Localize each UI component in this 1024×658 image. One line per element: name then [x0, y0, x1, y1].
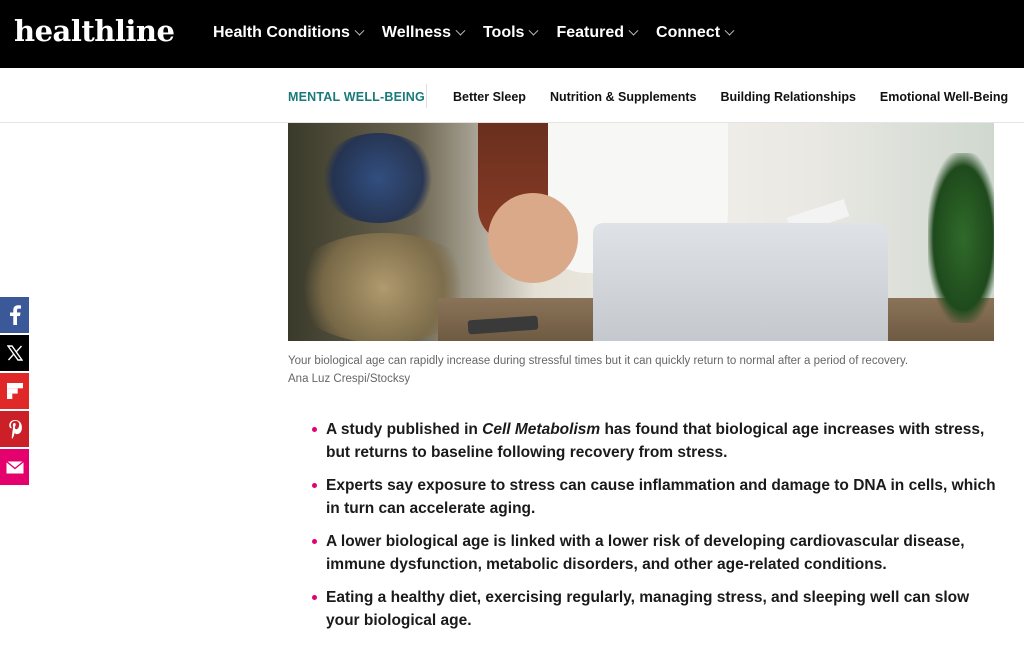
list-item: Eating a healthy diet, exercising regula…: [312, 586, 1002, 632]
share-x-button[interactable]: [0, 335, 29, 371]
chevron-down-icon: [455, 25, 466, 36]
laptop: [593, 223, 888, 341]
share-pinterest-button[interactable]: [0, 411, 29, 447]
list-item: Experts say exposure to stress can cause…: [312, 474, 1002, 520]
chevron-down-icon: [628, 25, 639, 36]
subnav-category[interactable]: MENTAL WELL-BEING: [288, 90, 425, 104]
nav-health-conditions[interactable]: Health Conditions: [213, 24, 365, 42]
chevron-down-icon: [724, 25, 735, 36]
share-flipboard-button[interactable]: [0, 373, 29, 409]
bullet-text: A lower biological age is linked with a …: [326, 533, 965, 573]
bullet-text-part: A study published in: [326, 421, 483, 438]
sub-nav: MENTAL WELL-BEING Better Sleep Nutrition…: [0, 68, 1024, 123]
chevron-down-icon: [354, 25, 365, 36]
bullet-dot: [312, 539, 317, 544]
key-takeaways-list: A study published in Cell Metabolism has…: [312, 418, 1002, 642]
nav-wellness[interactable]: Wellness: [381, 24, 466, 42]
blurred-flowers: [318, 133, 438, 223]
nav-label: Tools: [482, 24, 525, 41]
nav-label: Connect: [656, 24, 721, 41]
subnav-link-better-sleep[interactable]: Better Sleep: [453, 90, 526, 104]
x-icon: [6, 345, 23, 361]
bullet-text: Experts say exposure to stress can cause…: [326, 477, 996, 517]
nav-label: Wellness: [381, 24, 451, 41]
woman-arm: [488, 193, 578, 283]
image-caption: Your biological age can rapidly increase…: [288, 352, 1008, 388]
nav-featured[interactable]: Featured: [556, 24, 639, 42]
facebook-icon: [9, 305, 21, 325]
journal-name: Cell Metabolism: [482, 421, 601, 438]
subnav-link-nutrition[interactable]: Nutrition & Supplements: [550, 90, 697, 104]
bullet-text: A study published in Cell Metabolism has…: [326, 421, 984, 461]
nav-label: Health Conditions: [213, 24, 350, 41]
flipboard-icon: [6, 383, 23, 399]
photo-credit: Ana Luz Crespi/Stocksy: [288, 373, 411, 385]
bullet-text: Eating a healthy diet, exercising regula…: [326, 589, 970, 629]
potted-plant: [928, 153, 994, 323]
bullet-dot: [312, 427, 317, 432]
healthline-logo[interactable]: healthline: [14, 14, 175, 48]
top-header: healthline Health Conditions Wellness To…: [0, 0, 1024, 68]
subnav-link-emotional[interactable]: Emotional Well-Being: [880, 90, 1008, 104]
list-item: A lower biological age is linked with a …: [312, 530, 1002, 576]
subnav-link-relationships[interactable]: Building Relationships: [720, 90, 855, 104]
email-icon: [5, 460, 24, 473]
list-item: A study published in Cell Metabolism has…: [312, 418, 1002, 464]
subnav-links: Better Sleep Nutrition & Supplements Bui…: [453, 90, 1024, 104]
main-nav: Health Conditions Wellness Tools Feature…: [213, 24, 752, 42]
pinterest-icon: [8, 420, 22, 439]
bullet-dot: [312, 483, 317, 488]
nav-connect[interactable]: Connect: [656, 24, 735, 42]
subnav-divider: [426, 84, 427, 108]
share-email-button[interactable]: [0, 449, 29, 485]
caption-text: Your biological age can rapidly increase…: [288, 355, 909, 367]
share-facebook-button[interactable]: [0, 297, 29, 333]
social-share-rail: [0, 297, 29, 487]
nav-label: Featured: [556, 24, 625, 41]
article-hero-image: [288, 123, 994, 341]
nav-tools[interactable]: Tools: [482, 24, 539, 42]
bullet-dot: [312, 595, 317, 600]
chevron-down-icon: [529, 25, 539, 36]
